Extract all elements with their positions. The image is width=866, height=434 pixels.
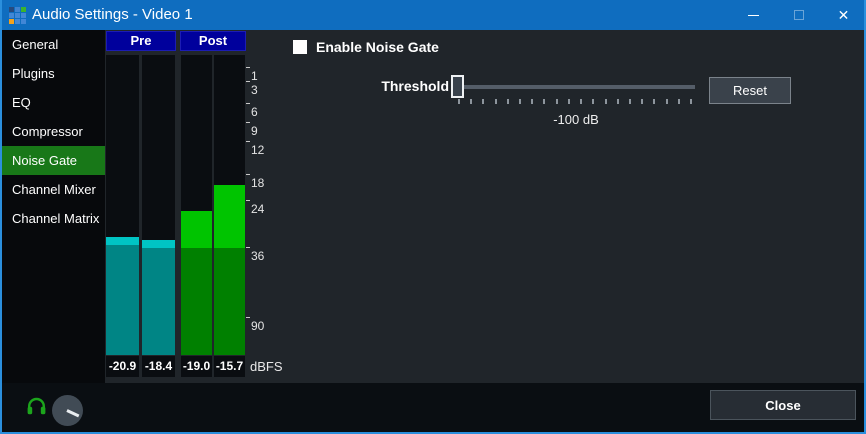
app-icon-square (15, 19, 20, 24)
app-icon-square (15, 7, 20, 12)
slider-tick (507, 99, 509, 104)
scale-tick (246, 200, 250, 201)
enable-noise-gate-label: Enable Noise Gate (316, 39, 439, 55)
meter-bar-level (214, 248, 245, 355)
meter-bar-peak (106, 237, 139, 245)
meter-bar-peak (142, 240, 175, 248)
scale-label: 36 (251, 248, 264, 264)
threshold-slider-ticks (457, 99, 695, 105)
meter-value: -20.9 (106, 356, 139, 377)
slider-tick (458, 99, 460, 104)
meter-bar-level (142, 248, 175, 355)
scale-tick (246, 103, 250, 104)
audio-meters: dBFS PrePost-20.9-18.4-19.0-15.713691218… (0, 0, 866, 434)
meter-value: -19.0 (181, 356, 212, 377)
slider-tick (629, 99, 631, 104)
headphone-volume-knob[interactable] (52, 395, 83, 426)
scale-tick (246, 317, 250, 318)
meter-value: -15.7 (214, 356, 245, 377)
scale-tick (246, 141, 250, 142)
scale-tick (246, 247, 250, 248)
slider-tick (470, 99, 472, 104)
slider-tick (482, 99, 484, 104)
slider-tick (605, 99, 607, 104)
slider-tick (678, 99, 680, 104)
sidebar-item-compressor[interactable]: Compressor (2, 117, 105, 146)
scale-tick (246, 81, 250, 82)
scale-label: 9 (251, 123, 258, 139)
slider-tick (531, 99, 533, 104)
meter-value: -18.4 (142, 356, 175, 377)
meter-bar-track (106, 55, 139, 355)
slider-tick (519, 99, 521, 104)
footer: Close (2, 383, 864, 432)
scale-tick (246, 174, 250, 175)
meter-unit-label: dBFS (250, 356, 283, 377)
slider-tick (641, 99, 643, 104)
window-title: Audio Settings - Video 1 (32, 0, 193, 30)
slider-tick (592, 99, 594, 104)
sidebar-item-eq[interactable]: EQ (2, 88, 105, 117)
sidebar-item-channel-mixer[interactable]: Channel Mixer (2, 175, 105, 204)
app-icon (9, 7, 26, 24)
audio-settings-window: Audio Settings - Video 1 ✕ GeneralPlugin… (0, 0, 866, 434)
app-icon-square (21, 13, 26, 18)
threshold-value: -100 dB (457, 112, 695, 127)
scale-label: 1 (251, 68, 258, 84)
knob-pointer-icon (66, 409, 79, 417)
slider-tick (653, 99, 655, 104)
minimize-button[interactable] (731, 0, 776, 30)
meter-bar-level (181, 248, 212, 355)
window-controls: ✕ (731, 0, 866, 30)
app-icon-square (9, 7, 14, 12)
scale-label: 6 (251, 104, 258, 120)
enable-noise-gate-checkbox[interactable] (293, 40, 307, 54)
app-icon-square (21, 7, 26, 12)
meter-group-header-pre: Pre (106, 31, 176, 51)
maximize-icon (794, 10, 804, 20)
sidebar-item-channel-matrix[interactable]: Channel Matrix (2, 204, 105, 233)
reset-button[interactable]: Reset (709, 77, 791, 104)
meter-bar-track (142, 55, 175, 355)
app-icon-square (15, 13, 20, 18)
app-icon-square (9, 19, 14, 24)
close-button[interactable]: Close (710, 390, 856, 420)
meter-bar-track (181, 55, 212, 355)
meter-bar-peak (214, 185, 245, 248)
threshold-slider-thumb[interactable] (451, 75, 464, 98)
scale-tick (246, 122, 250, 123)
scale-label: 90 (251, 318, 264, 334)
meter-bar-track (214, 55, 245, 355)
slider-tick (666, 99, 668, 104)
headphones-icon[interactable] (26, 395, 47, 417)
maximize-button (776, 0, 821, 30)
meter-group-header-post: Post (180, 31, 246, 51)
close-window-button[interactable]: ✕ (821, 0, 866, 30)
sidebar: GeneralPluginsEQCompressorNoise GateChan… (2, 30, 105, 383)
meter-bar-level (106, 245, 139, 355)
threshold-label: Threshold (332, 78, 449, 94)
scale-label: 24 (251, 201, 264, 217)
scale-tick (246, 67, 250, 68)
slider-tick (556, 99, 558, 104)
scale-label: 12 (251, 142, 264, 158)
sidebar-item-general[interactable]: General (2, 30, 105, 59)
slider-tick (495, 99, 497, 104)
minimize-icon (748, 15, 759, 16)
meter-bar-peak (181, 211, 212, 248)
sidebar-item-noise-gate[interactable]: Noise Gate (2, 146, 105, 175)
slider-tick (617, 99, 619, 104)
scale-label: 18 (251, 175, 264, 191)
titlebar: Audio Settings - Video 1 ✕ (0, 0, 866, 30)
slider-tick (580, 99, 582, 104)
slider-tick (543, 99, 545, 104)
slider-tick (568, 99, 570, 104)
app-icon-square (9, 13, 14, 18)
app-icon-square (21, 19, 26, 24)
threshold-slider-track[interactable] (457, 85, 695, 89)
slider-tick (690, 99, 692, 104)
scale-label: 3 (251, 82, 258, 98)
sidebar-item-plugins[interactable]: Plugins (2, 59, 105, 88)
